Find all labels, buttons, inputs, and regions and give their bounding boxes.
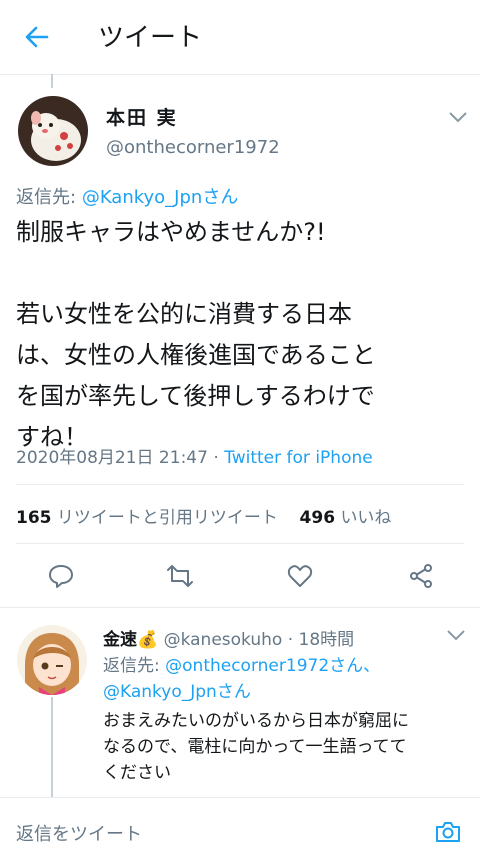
divider	[0, 797, 480, 798]
reply-text: おまえみたいのがいるから日本が窮屈に なるので、電柱に向かって一生語ってて くだ…	[103, 708, 468, 786]
chevron-down-icon[interactable]	[448, 110, 468, 124]
replying-to: 返信先: @Kankyo_Jpnさん	[16, 183, 238, 209]
heart-icon[interactable]	[286, 562, 314, 590]
engagement-counts: 165 リツイートと引用リツイート 496 いいね	[16, 503, 391, 528]
arrow-left-icon[interactable]	[22, 22, 52, 52]
tweet-line: 若い女性を公的に消費する日本	[16, 300, 352, 328]
retweet-stat[interactable]: 165 リツイートと引用リツイート	[16, 508, 278, 528]
source-link[interactable]: Twitter for iPhone	[224, 448, 373, 468]
retweet-count: 165	[16, 508, 52, 528]
camera-icon[interactable]	[434, 818, 462, 846]
author-handle[interactable]: @onthecorner1972	[106, 137, 280, 158]
tweet-line: 制服キャラはやめませんか?!	[16, 218, 326, 246]
thread-connector	[51, 74, 53, 88]
reply-replying-to: 返信先: @onthecorner1972さん、 @Kankyo_Jpnさん	[103, 653, 463, 705]
divider	[0, 607, 480, 608]
share-icon[interactable]	[407, 562, 435, 590]
retweet-icon[interactable]	[166, 562, 194, 590]
retweet-label: リツイートと引用リツイート	[56, 508, 278, 528]
reply-time: · 18時間	[287, 630, 355, 650]
like-stat[interactable]: 496 いいね	[300, 508, 392, 528]
reply-avatar[interactable]	[17, 625, 87, 695]
reply-icon[interactable]	[47, 562, 75, 590]
tweet-line: は、女性の人権後進国であること	[16, 341, 376, 369]
page-title: ツイート	[98, 23, 203, 53]
reply-line: ください	[103, 763, 171, 783]
author-name[interactable]: 本田 実	[106, 103, 178, 130]
like-count: 496	[299, 508, 336, 528]
tweet-line: を国が率先して後押しするわけで	[16, 382, 375, 410]
divider	[16, 484, 464, 485]
replying-to-link[interactable]: @Kankyo_Jpnさん	[103, 682, 251, 702]
author-avatar[interactable]	[18, 96, 88, 166]
reply-replying-prefix: 返信先:	[103, 656, 160, 676]
reply-line: おまえみたいのがいるから日本が窮屈に	[103, 711, 409, 731]
meta-separator: ·	[207, 448, 225, 468]
reply-author-name[interactable]: 金速	[103, 630, 137, 650]
replying-to-link[interactable]: @Kankyo_Jpnさん	[82, 187, 239, 208]
replying-to-link[interactable]: @onthecorner1972さん、	[165, 656, 380, 676]
money-bag-icon: 💰	[137, 630, 159, 650]
chevron-down-icon[interactable]	[446, 628, 466, 642]
top-bar: ツイート	[0, 0, 480, 75]
divider	[16, 543, 464, 544]
replying-prefix: 返信先:	[16, 187, 77, 208]
tweet-text: 制服キャラはやめませんか?! 若い女性を公的に消費する日本 は、女性の人権後進国…	[16, 212, 466, 458]
thread-connector	[51, 697, 53, 797]
reply-compose-input[interactable]: 返信をツイート	[16, 820, 142, 846]
like-label: いいね	[340, 508, 392, 528]
reply-author-handle[interactable]: @kanesokuho	[164, 630, 283, 650]
reply-header: 金速💰 @kanesokuho · 18時間	[103, 625, 354, 650]
reply-line: なるので、電柱に向かって一生語ってて	[103, 737, 407, 757]
tweet-meta: 2020年08月21日 21:47 · Twitter for iPhone	[16, 443, 373, 468]
timestamp: 2020年08月21日 21:47	[16, 448, 208, 468]
